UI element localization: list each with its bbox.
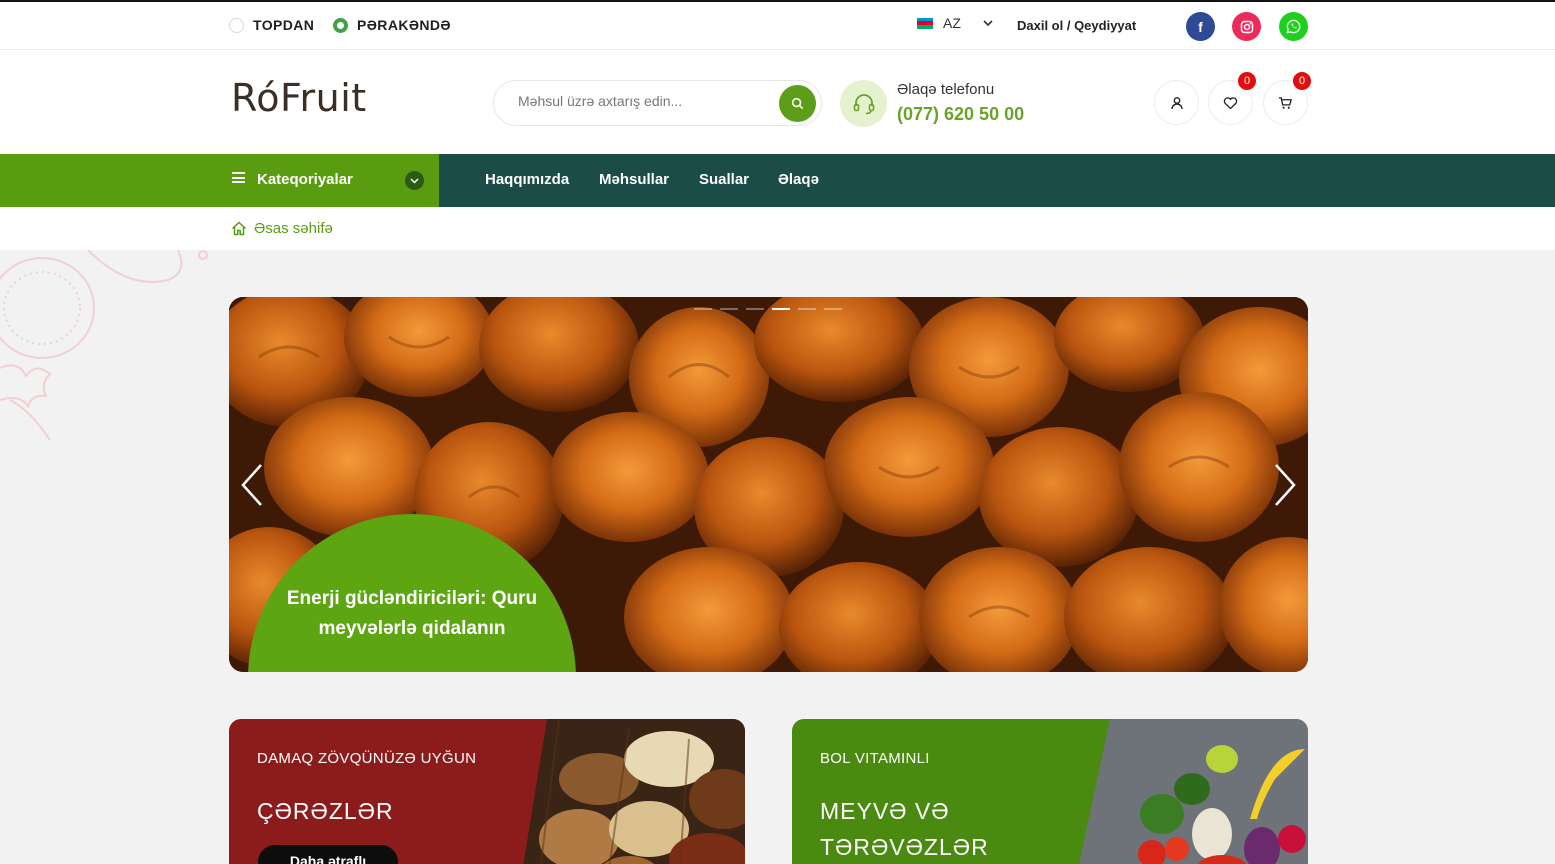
- headset-icon: [840, 80, 887, 127]
- nav-link-contact[interactable]: Əlaqə: [778, 171, 819, 188]
- slider-dot-active[interactable]: [772, 308, 790, 310]
- hero-caption: Enerji gücləndiriciləri: Quru meyvələrlə…: [286, 588, 538, 639]
- chevron-down-icon: [405, 171, 424, 190]
- slider-dot[interactable]: [694, 308, 712, 310]
- main-navigation: Kateqoriyalar Haqqımızda Məhsullar Suall…: [0, 154, 1555, 207]
- azerbaijan-flag-icon: [917, 17, 933, 29]
- cart-count-badge: 0: [1293, 72, 1311, 90]
- nav-link-about[interactable]: Haqqımızda: [485, 171, 569, 188]
- language-label: AZ: [943, 15, 961, 31]
- top-bar: TOPDAN PƏRAKƏNDƏ AZ Daxil ol / Qeydiyyat…: [0, 2, 1555, 50]
- promo-card-fruits-vegetables[interactable]: BOL VITAMINLI MEYVƏ VƏ TƏRƏVƏZLƏR: [792, 719, 1308, 864]
- promo-card-title: ÇƏRƏZLƏR: [257, 798, 394, 824]
- retail-radio[interactable]: [333, 17, 348, 33]
- promo-card-title: MEYVƏ VƏ TƏRƏVƏZLƏR: [820, 798, 989, 860]
- promo-card-subtitle: BOL VITAMINLI: [820, 750, 930, 767]
- breadcrumb: Əsas səhifə: [0, 207, 1555, 250]
- retail-label: PƏRAKƏNDƏ: [357, 17, 451, 33]
- slider-pagination: [694, 308, 842, 310]
- promo-card-nuts[interactable]: DAMAQ ZÖVQÜNÜZƏ UYĞUN ÇƏRƏZLƏR Daha ətra…: [229, 719, 745, 864]
- hero-slider: Enerji gücləndiriciləri: Quru meyvələrlə…: [229, 297, 1308, 672]
- header: RóFruit Əlaqə telefonu (077) 620 50 00 0…: [0, 50, 1555, 154]
- search-box: [493, 80, 822, 126]
- chevron-down-icon: [983, 20, 993, 27]
- slider-next-arrow-icon[interactable]: [1272, 463, 1298, 507]
- nav-link-faq[interactable]: Suallar: [699, 171, 749, 188]
- logo-part-left: Ró: [231, 76, 280, 120]
- cart-button[interactable]: 0: [1263, 72, 1311, 125]
- cart-icon: [1278, 96, 1292, 109]
- logo-part-right: Fruit: [279, 76, 367, 120]
- retail-option[interactable]: PƏRAKƏNDƏ: [333, 17, 451, 33]
- wishlist-button[interactable]: 0: [1208, 72, 1256, 125]
- account-button[interactable]: [1154, 80, 1199, 125]
- breadcrumb-home-label: Əsas səhifə: [254, 220, 333, 237]
- slider-prev-arrow-icon[interactable]: [239, 463, 265, 507]
- heart-icon: [1223, 96, 1238, 109]
- search-icon: [791, 97, 804, 110]
- search-input[interactable]: [518, 93, 768, 109]
- wholesale-option[interactable]: TOPDAN: [229, 17, 314, 33]
- promo-card-subtitle: DAMAQ ZÖVQÜNÜZƏ UYĞUN: [257, 750, 477, 767]
- instagram-icon[interactable]: [1232, 12, 1261, 41]
- more-info-button[interactable]: Daha ətraflı: [258, 845, 398, 864]
- hamburger-icon: [232, 172, 245, 183]
- phone-label: Əlaqə telefonu: [897, 81, 995, 98]
- facebook-icon[interactable]: f: [1186, 12, 1215, 41]
- categories-label: Kateqoriyalar: [257, 171, 353, 188]
- slider-dot[interactable]: [746, 308, 764, 310]
- decorative-fruit-doodle-icon: [0, 250, 208, 441]
- login-register-link[interactable]: Daxil ol / Qeydiyyat: [1017, 18, 1136, 33]
- home-icon: [231, 221, 247, 236]
- wholesale-label: TOPDAN: [253, 17, 315, 33]
- nuts-image: [229, 719, 745, 864]
- user-icon: [1170, 96, 1183, 109]
- search-button[interactable]: [779, 85, 816, 122]
- nav-link-products[interactable]: Məhsullar: [599, 171, 669, 188]
- slider-dot[interactable]: [798, 308, 816, 310]
- language-selector[interactable]: AZ: [917, 15, 993, 31]
- breadcrumb-home-link[interactable]: Əsas səhifə: [231, 220, 333, 237]
- categories-menu-button[interactable]: Kateqoriyalar: [0, 154, 439, 207]
- wishlist-count-badge: 0: [1238, 72, 1256, 90]
- slider-dot[interactable]: [824, 308, 842, 310]
- logo[interactable]: RóFruit: [231, 76, 367, 120]
- phone-number-link[interactable]: (077) 620 50 00: [897, 104, 1024, 125]
- slider-dot[interactable]: [720, 308, 738, 310]
- wholesale-radio[interactable]: [229, 17, 244, 33]
- whatsapp-icon[interactable]: [1279, 12, 1308, 41]
